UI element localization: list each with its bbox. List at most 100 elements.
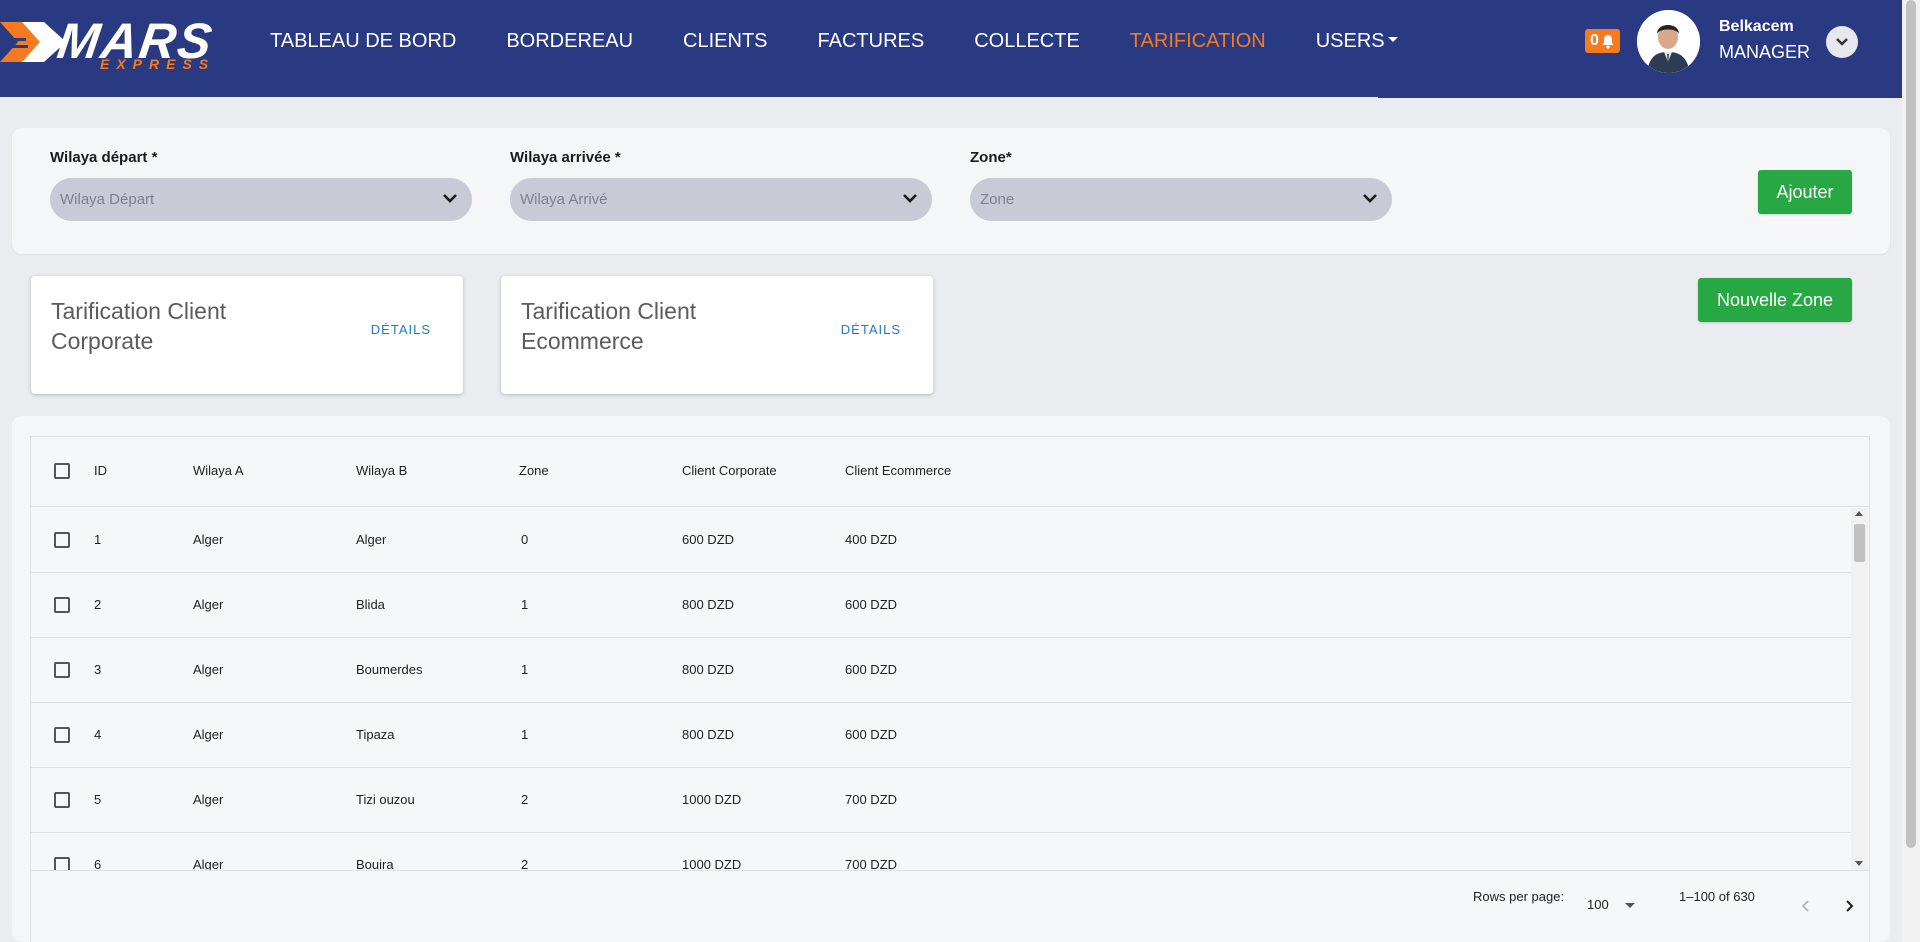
avatar[interactable]	[1637, 10, 1700, 73]
cell-id: 4	[94, 727, 102, 742]
grid-body: 1 Alger Alger 0 600 DZD 400 DZD 2 Alger Blida 1 80…	[31, 508, 1869, 870]
wilaya-depart-placeholder: Wilaya Départ	[60, 191, 155, 208]
cell-client-ecommerce: 400 DZD	[845, 532, 898, 547]
page-scrollbar[interactable]	[1902, 0, 1920, 942]
nav-factures[interactable]: FACTURES	[818, 30, 925, 53]
tarif-table-card: ID Wilaya A Wilaya B Zone Client Corporate Cl…	[12, 416, 1890, 942]
cell-client-corporate: 800 DZD	[682, 662, 735, 677]
wilaya-arrivee-label: Wilaya arrivée *	[510, 149, 621, 166]
nav-users[interactable]: USERS	[1316, 30, 1398, 53]
wilaya-depart-label: Wilaya départ *	[50, 149, 158, 166]
cell-id: 1	[94, 532, 102, 547]
cell-wilaya-b: Bouira	[356, 857, 394, 870]
notification-count: 0	[1590, 32, 1599, 49]
previous-page-button[interactable]	[1792, 892, 1820, 920]
table-row[interactable]: 6 Alger Bouira 2 1000 DZD 700 DZD	[31, 833, 1851, 870]
row-checkbox[interactable]	[54, 857, 70, 870]
column-header-wilaya-a[interactable]: Wilaya A	[193, 463, 244, 478]
row-checkbox[interactable]	[54, 792, 70, 808]
cell-wilaya-b: Tipaza	[356, 727, 395, 742]
cell-id: 2	[94, 597, 102, 612]
logo-tagline: EXPRESS	[100, 56, 216, 72]
nav-item-label: TABLEAU DE BORD	[270, 30, 457, 52]
nav-item-label: TARIFICATION	[1129, 30, 1266, 52]
cell-wilaya-b: Alger	[356, 532, 387, 547]
cell-wilaya-a: Alger	[193, 597, 224, 612]
tarif-card-title: Tarification Client Ecommerce	[521, 298, 697, 354]
chevron-down-icon	[443, 194, 457, 203]
column-header-id[interactable]: ID	[94, 463, 107, 478]
table-row[interactable]: 2 Alger Blida 1 800 DZD 600 DZD	[31, 573, 1851, 638]
scroll-down-icon[interactable]	[1855, 861, 1863, 866]
cell-client-ecommerce: 600 DZD	[845, 727, 898, 742]
column-header-zone[interactable]: Zone	[519, 463, 549, 478]
top-navbar: MARS EXPRESS TABLEAU DE BORD BORDEREAU CLI…	[0, 0, 1902, 97]
mars-express-logo[interactable]: MARS EXPRESS	[0, 13, 240, 72]
nav-bordereau[interactable]: BORDEREAU	[506, 30, 633, 53]
row-checkbox[interactable]	[54, 597, 70, 613]
column-header-client-corporate[interactable]: Client Corporate	[682, 463, 777, 478]
zone-placeholder: Zone	[980, 191, 1015, 208]
next-page-button[interactable]	[1835, 892, 1863, 920]
add-button[interactable]: Ajouter	[1758, 170, 1852, 214]
nav-item-label: BORDEREAU	[506, 30, 634, 52]
new-zone-button[interactable]: Nouvelle Zone	[1698, 278, 1852, 322]
user-role: MANAGER	[1719, 42, 1811, 62]
notification-badge[interactable]: 0	[1585, 29, 1620, 53]
cell-zone: 2	[521, 792, 529, 807]
cell-zone: 0	[521, 532, 529, 547]
cell-id: 6	[94, 857, 102, 870]
rows-per-page-select[interactable]: 100	[1587, 897, 1645, 917]
cell-wilaya-b: Boumerdes	[356, 662, 423, 677]
rows-per-page-value: 100	[1587, 897, 1609, 912]
select-all-checkbox[interactable]	[54, 463, 70, 479]
cell-id: 5	[94, 792, 102, 807]
chevron-left-icon	[1801, 900, 1809, 912]
bell-icon	[1602, 34, 1614, 49]
scrollbar-thumb[interactable]	[1854, 524, 1865, 562]
nav-divider	[1378, 97, 1902, 98]
nav-tableau-de-bord[interactable]: TABLEAU DE BORD	[270, 30, 456, 53]
details-link[interactable]: DÉTAILS	[371, 322, 431, 337]
row-checkbox[interactable]	[54, 727, 70, 743]
row-checkbox[interactable]	[54, 532, 70, 548]
details-link[interactable]: DÉTAILS	[841, 322, 901, 337]
nav-tarification[interactable]: TARIFICATION	[1130, 30, 1266, 53]
caret-down-icon	[1387, 37, 1398, 43]
table-row[interactable]: 1 Alger Alger 0 600 DZD 400 DZD	[31, 508, 1851, 573]
cell-wilaya-a: Alger	[193, 662, 224, 677]
table-row[interactable]: 4 Alger Tipaza 1 800 DZD 600 DZD	[31, 703, 1851, 768]
column-header-wilaya-b[interactable]: Wilaya B	[356, 463, 407, 478]
cell-wilaya-a: Alger	[193, 857, 224, 870]
cell-zone: 2	[521, 857, 529, 870]
main-nav: TABLEAU DE BORD BORDEREAU CLIENTS FACTURES C…	[270, 0, 1448, 83]
scroll-up-icon[interactable]	[1855, 511, 1863, 516]
cell-client-corporate: 600 DZD	[682, 532, 735, 547]
table-row[interactable]: 3 Alger Boumerdes 1 800 DZD 600 DZD	[31, 638, 1851, 703]
zone-label: Zone*	[970, 149, 1012, 166]
cell-zone: 1	[521, 727, 529, 742]
page-scrollbar-thumb[interactable]	[1906, 0, 1916, 848]
cell-client-corporate: 1000 DZD	[682, 792, 742, 807]
nav-clients[interactable]: CLIENTS	[683, 30, 767, 53]
chevron-right-icon	[1846, 900, 1854, 912]
column-header-client-ecommerce[interactable]: Client Ecommerce	[845, 463, 951, 478]
user-name: Belkacem	[1719, 18, 1794, 35]
cell-client-ecommerce: 600 DZD	[845, 597, 898, 612]
user-menu-toggle[interactable]	[1826, 26, 1858, 58]
table-row[interactable]: 5 Alger Tizi ouzou 2 1000 DZD 700 DZD	[31, 768, 1851, 833]
rows-per-page-label: Rows per page:	[1473, 889, 1565, 904]
wilaya-arrivee-select[interactable]: Wilaya Arrivé	[510, 178, 932, 221]
wilaya-depart-select[interactable]: Wilaya Départ	[50, 178, 472, 221]
cell-wilaya-b: Blida	[356, 597, 385, 612]
grid-scrollbar[interactable]	[1851, 508, 1868, 870]
row-checkbox[interactable]	[54, 662, 70, 678]
cell-client-corporate: 800 DZD	[682, 597, 735, 612]
cell-wilaya-a: Alger	[193, 727, 224, 742]
nav-collecte[interactable]: COLLECTE	[974, 30, 1080, 53]
tarif-card-ecommerce: Tarification Client Ecommerce DÉTAILS	[501, 276, 933, 394]
chevron-down-icon	[1363, 194, 1377, 203]
zone-select[interactable]: Zone	[970, 178, 1392, 221]
cell-client-corporate: 1000 DZD	[682, 857, 742, 870]
tarif-data-grid: ID Wilaya A Wilaya B Zone Client Corporate Cl…	[30, 436, 1870, 942]
